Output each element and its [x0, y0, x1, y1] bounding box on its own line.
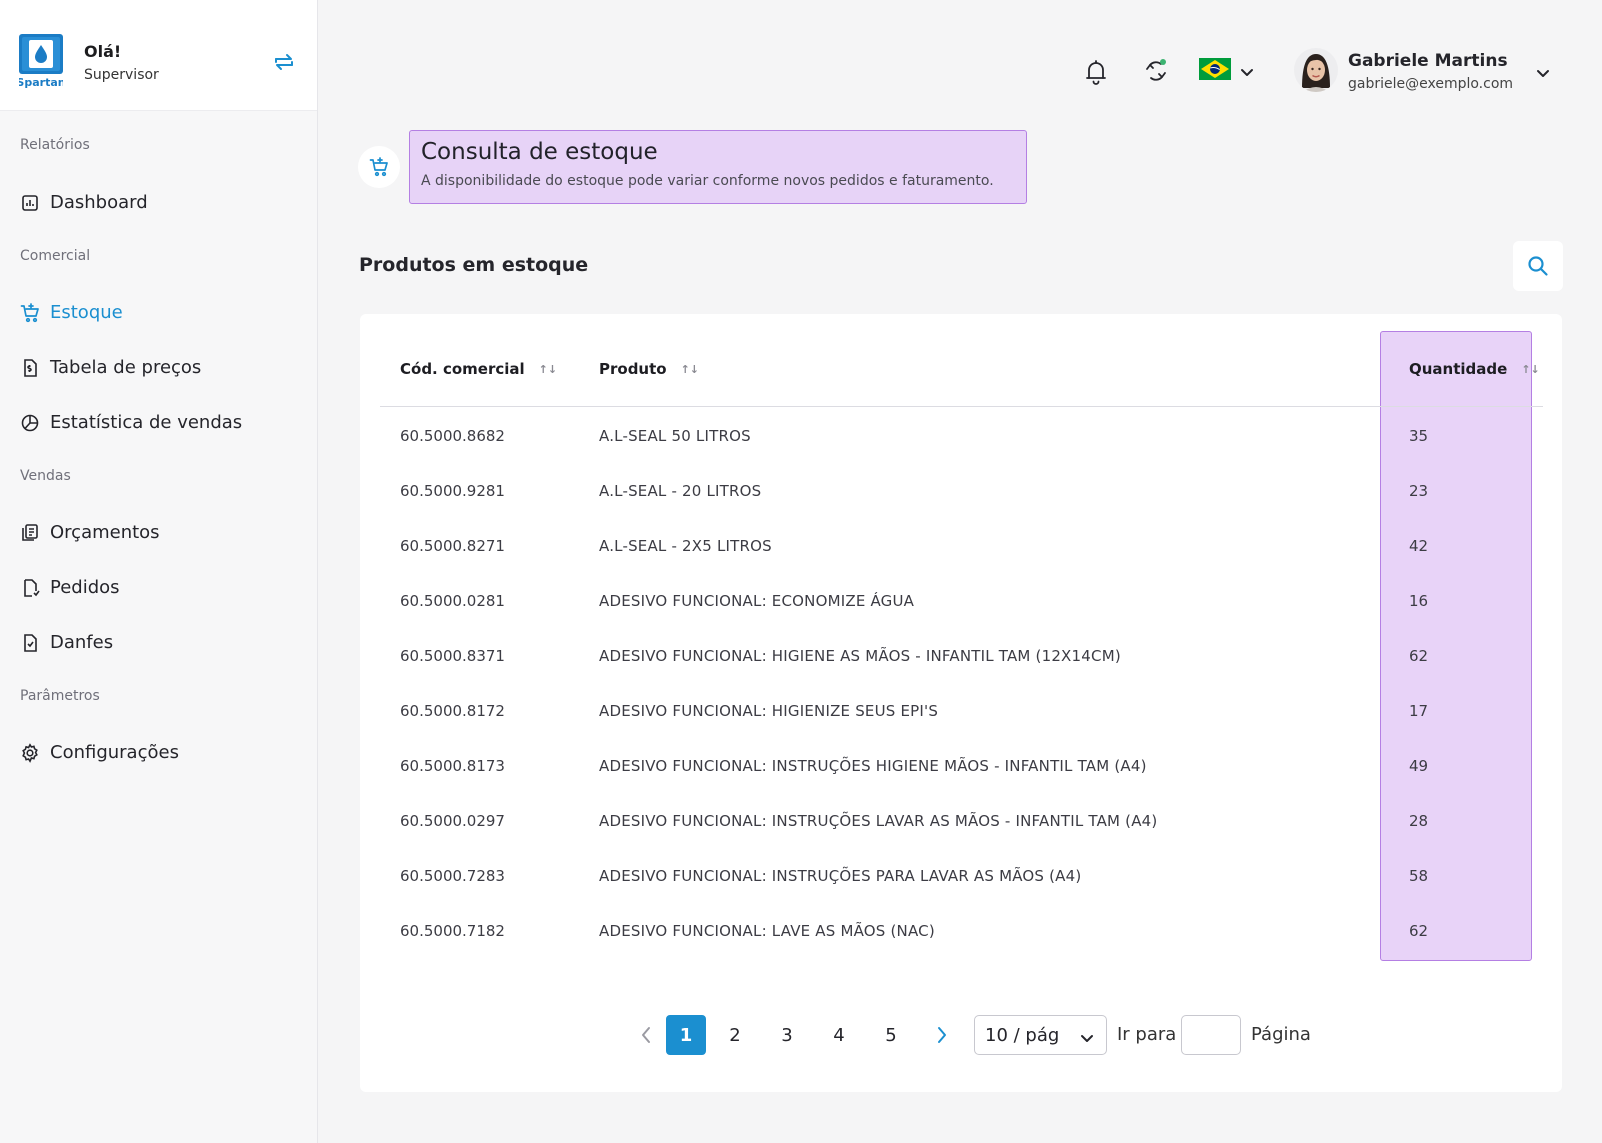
price-document-icon	[20, 358, 40, 378]
cell-quantity: 49	[1409, 757, 1429, 775]
sidebar-item-dashboard[interactable]: Dashboard	[20, 192, 148, 213]
page-button-4[interactable]: 4	[819, 1015, 859, 1055]
cell-code: 60.5000.0281	[400, 592, 505, 610]
page-button-2[interactable]: 2	[715, 1015, 755, 1055]
page-cart-icon	[358, 146, 400, 188]
cell-product: ADESIVO FUNCIONAL: HIGIENIZE SEUS EPI'S	[599, 702, 939, 720]
logo-wordmark: Spartan	[19, 76, 63, 88]
cell-quantity: 42	[1409, 537, 1429, 555]
cell-code: 60.5000.7182	[400, 922, 505, 940]
greeting: Olá!	[84, 42, 122, 61]
section-title: Produtos em estoque	[359, 254, 589, 276]
cell-code: 60.5000.0297	[400, 812, 505, 830]
user-role: Supervisor	[84, 67, 159, 83]
sidebar-item-label: Estoque	[50, 302, 123, 323]
table-row[interactable]: 60.5000.8172 ADESIVO FUNCIONAL: HIGIENIZE…	[0, 684, 1602, 739]
chevron-down-icon[interactable]	[1240, 63, 1254, 82]
page-title: Consulta de estoque	[421, 139, 658, 165]
cell-quantity: 58	[1409, 867, 1429, 885]
chevron-right-icon	[938, 1027, 946, 1043]
cell-code: 60.5000.8371	[400, 647, 505, 665]
column-header-quantity[interactable]: Quantidade ↑↓	[1409, 360, 1540, 378]
cell-code: 60.5000.9281	[400, 482, 505, 500]
page-label: Página	[1251, 1024, 1311, 1045]
table-row[interactable]: 60.5000.0281 ADESIVO FUNCIONAL: ECONOMIZE…	[0, 574, 1602, 629]
search-icon	[1528, 256, 1548, 276]
cell-product: ADESIVO FUNCIONAL: ECONOMIZE ÁGUA	[599, 592, 915, 610]
user-name: Gabriele Martins	[1348, 51, 1508, 71]
bell-icon[interactable]	[1085, 59, 1107, 89]
section-reports: Relatórios	[20, 137, 90, 153]
page-button-3[interactable]: 3	[767, 1015, 807, 1055]
cell-product: A.L-SEAL - 20 LITROS	[599, 482, 762, 500]
page-button-1[interactable]: 1	[666, 1015, 706, 1055]
page-subtitle: A disponibilidade do estoque pode variar…	[421, 173, 994, 189]
cell-quantity: 62	[1409, 647, 1429, 665]
sort-icon[interactable]: ↑↓	[539, 363, 557, 376]
cell-quantity: 28	[1409, 812, 1429, 830]
cell-code: 60.5000.8271	[400, 537, 505, 555]
spartan-logo: Spartan	[16, 34, 66, 89]
cell-code: 60.5000.8173	[400, 757, 505, 775]
cell-code: 60.5000.8682	[400, 427, 505, 445]
prev-page-button[interactable]	[626, 1015, 666, 1055]
table-row[interactable]: 60.5000.9281 A.L-SEAL - 20 LITROS 23	[0, 464, 1602, 519]
cell-product: ADESIVO FUNCIONAL: INSTRUÇÕES LAVAR AS M…	[599, 812, 1158, 830]
cell-product: A.L-SEAL 50 LITROS	[599, 427, 751, 445]
cell-product: ADESIVO FUNCIONAL: INSTRUÇÕES PARA LAVAR…	[599, 867, 1082, 885]
table-row[interactable]: 60.5000.8271 A.L-SEAL - 2X5 LITROS 42	[0, 519, 1602, 574]
cell-product: ADESIVO FUNCIONAL: INSTRUÇÕES HIGIENE MÃ…	[599, 757, 1147, 775]
page-size-select[interactable]: 10 / pág	[974, 1015, 1107, 1055]
chevron-left-icon	[642, 1027, 650, 1043]
cell-quantity: 62	[1409, 922, 1429, 940]
next-page-button[interactable]	[922, 1015, 962, 1055]
sidebar-header: Spartan Olá! Supervisor	[0, 0, 317, 111]
column-header-product[interactable]: Produto ↑↓	[599, 360, 699, 378]
table-row[interactable]: 60.5000.0297 ADESIVO FUNCIONAL: INSTRUÇÕE…	[0, 794, 1602, 849]
cell-quantity: 17	[1409, 702, 1429, 720]
brazil-flag-icon[interactable]	[1199, 58, 1231, 84]
user-email: gabriele@exemplo.com	[1348, 76, 1514, 92]
cell-quantity: 16	[1409, 592, 1429, 610]
sidebar-item-label: Tabela de preços	[50, 357, 202, 378]
cell-quantity: 23	[1409, 482, 1429, 500]
cell-code: 60.5000.8172	[400, 702, 505, 720]
user-menu-chevron-icon[interactable]	[1536, 64, 1550, 83]
cell-code: 60.5000.7283	[400, 867, 505, 885]
table-row[interactable]: 60.5000.7283 ADESIVO FUNCIONAL: INSTRUÇÕE…	[0, 849, 1602, 904]
goto-label: Ir para	[1117, 1024, 1177, 1045]
sidebar-item-price-table[interactable]: Tabela de preços	[20, 357, 201, 378]
cart-icon	[20, 302, 40, 323]
page-button-5[interactable]: 5	[871, 1015, 911, 1055]
section-commercial: Comercial	[20, 248, 91, 264]
table-row[interactable]: 60.5000.8173 ADESIVO FUNCIONAL: INSTRUÇÕE…	[0, 739, 1602, 794]
avatar[interactable]	[1294, 48, 1338, 96]
page-header: Consulta de estoque A disponibilidade do…	[409, 130, 1027, 204]
goto-page-input[interactable]	[1181, 1015, 1241, 1055]
table-row[interactable]: 60.5000.7182 ADESIVO FUNCIONAL: LAVE AS M…	[0, 904, 1602, 959]
cell-product: A.L-SEAL - 2X5 LITROS	[599, 537, 772, 555]
table-row[interactable]: 60.5000.8371 ADESIVO FUNCIONAL: HIGIENE A…	[0, 629, 1602, 684]
search-button[interactable]	[1513, 241, 1563, 291]
sidebar-item-label: Dashboard	[50, 192, 148, 213]
cell-product: ADESIVO FUNCIONAL: LAVE AS MÃOS (NAC)	[599, 922, 935, 940]
cell-product: ADESIVO FUNCIONAL: HIGIENE AS MÃOS - INF…	[599, 647, 1121, 665]
cell-quantity: 35	[1409, 427, 1429, 445]
column-header-code[interactable]: Cód. comercial ↑↓	[400, 360, 557, 378]
dashboard-icon	[20, 193, 40, 213]
sync-icon[interactable]	[1143, 57, 1169, 89]
sort-icon[interactable]: ↑↓	[681, 363, 699, 376]
table-header-divider	[380, 406, 1543, 407]
sidebar-item-stock[interactable]: Estoque	[20, 302, 123, 323]
chevron-down-icon	[1080, 1028, 1094, 1049]
sort-icon[interactable]: ↑↓	[1521, 363, 1539, 376]
table-row[interactable]: 60.5000.8682 A.L-SEAL 50 LITROS 35	[0, 409, 1602, 464]
switch-role-icon[interactable]	[272, 50, 296, 74]
